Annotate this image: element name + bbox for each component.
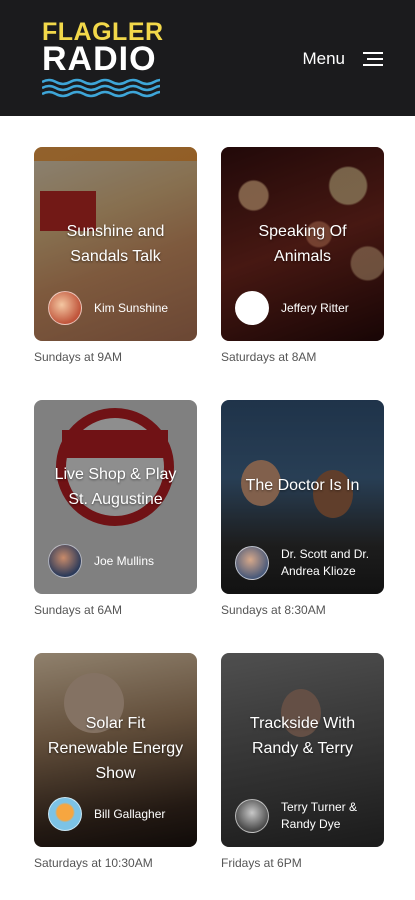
host-avatar [48,797,82,831]
show-card-sunshine-and-sandals[interactable]: Sunshine and Sandals Talk Kim Sunshine [34,147,197,341]
show-host: Dr. Scott and Dr. Andrea Klioze [235,546,378,580]
show-title: Live Shop & Play St. Augustine [54,466,177,508]
show-host: Joe Mullins [48,544,191,578]
flagler-radio-logo[interactable]: FLAGLER RADIO [42,20,163,98]
host-avatar [48,291,82,325]
app-header: FLAGLER RADIO Menu [0,0,415,116]
show-title: Trackside With Randy & Terry [249,715,356,757]
show-schedule: Sundays at 9AM [34,350,123,364]
host-name: Joe Mullins [94,553,155,568]
show-card-solar-fit[interactable]: Solar Fit Renewable Energy Show Bill Gal… [34,653,197,847]
show-host: Kim Sunshine [48,291,191,325]
show-host: Terry Turner & Randy Dye [235,799,378,833]
menu-button[interactable]: Menu [302,46,383,72]
show-title: Solar Fit Renewable Energy Show [47,715,184,782]
host-name: Terry Turner & Randy Dye [281,800,358,831]
host-name: Dr. Scott and Dr. Andrea Klioze [281,547,370,578]
show-schedule: Saturdays at 10:30AM [34,856,153,870]
host-name: Jeffery Ritter [281,300,349,315]
waves-icon [42,78,160,98]
show-card-speaking-of-animals[interactable]: Speaking Of Animals Jeffery Ritter [221,147,384,341]
hamburger-icon [363,51,383,67]
show-schedule: Sundays at 6AM [34,603,123,617]
show-card-trackside[interactable]: Trackside With Randy & Terry Terry Turne… [221,653,384,847]
host-avatar [48,544,82,578]
show-title: Speaking Of Animals [258,223,347,265]
show-card-the-doctor-is-in[interactable]: The Doctor Is In Dr. Scott and Dr. Andre… [221,400,384,594]
host-avatar [235,291,269,325]
show-title: The Doctor Is In [245,477,360,494]
show-schedule: Fridays at 6PM [221,856,302,870]
show-host: Bill Gallagher [48,797,191,831]
host-avatar [235,799,269,833]
show-schedule: Saturdays at 8AM [221,350,317,364]
show-schedule: Sundays at 8:30AM [221,603,326,617]
show-host: Jeffery Ritter [235,291,378,325]
host-name: Bill Gallagher [94,806,166,821]
logo-text-radio: RADIO [42,40,157,78]
show-card-live-shop-and-play[interactable]: Live Shop & Play St. Augustine Joe Mulli… [34,400,197,594]
host-name: Kim Sunshine [94,300,169,315]
show-title: Sunshine and Sandals Talk [66,223,165,265]
host-avatar [235,546,269,580]
menu-label: Menu [302,49,345,68]
